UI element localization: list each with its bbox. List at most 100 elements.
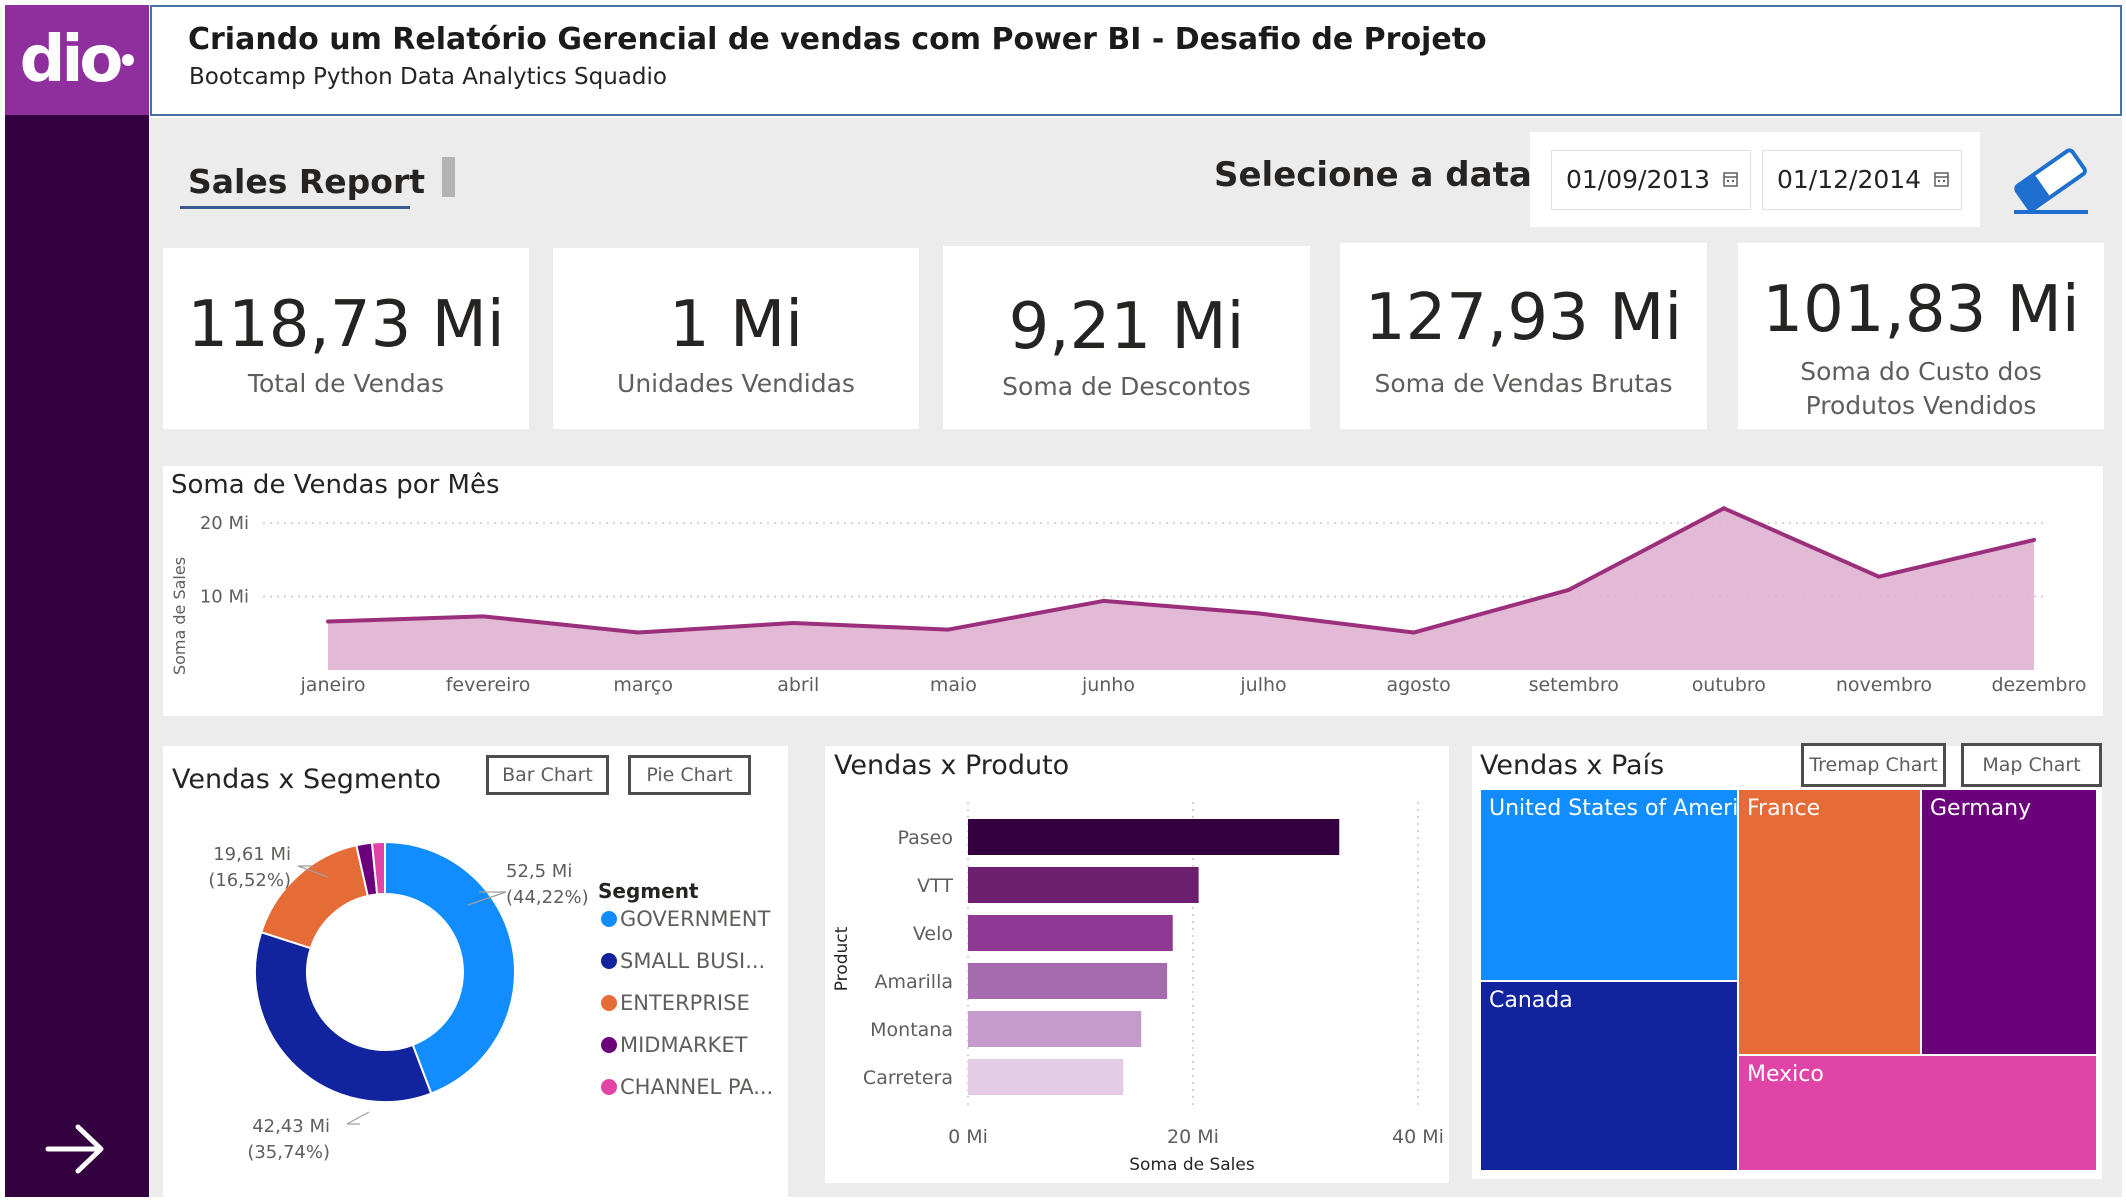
logo-dot xyxy=(122,54,135,66)
x-tick-label: 0 Mi xyxy=(948,1126,988,1148)
y-tick-label: VTT xyxy=(917,875,953,897)
treemap-tile-germany[interactable]: Germany xyxy=(1921,789,2097,1055)
bar-carretera xyxy=(968,1059,1124,1095)
y-tick-label: Paseo xyxy=(898,827,953,849)
kpi-label: Total de Vendas xyxy=(247,369,445,398)
bar-vtt xyxy=(968,867,1199,903)
date-filter-label: Selecione a data: xyxy=(1214,155,1546,195)
data-point xyxy=(636,630,641,635)
data-point xyxy=(1566,587,1571,592)
legend-item: CHANNEL PA... xyxy=(620,1075,773,1099)
legend-marker xyxy=(601,995,617,1011)
resize-grip xyxy=(442,157,455,197)
legend-item: ENTERPRISE xyxy=(620,991,750,1015)
sales-report-tab[interactable]: Sales Report xyxy=(188,162,425,201)
data-point xyxy=(791,620,796,625)
y-tick-label: Velo xyxy=(913,923,953,945)
kpi-label-line2: Produtos Vendidos xyxy=(1805,391,2037,420)
kpi-card-soma-descontos: 9,21 Mi Soma de Descontos xyxy=(943,246,1310,429)
tile-label: Canada xyxy=(1489,988,1573,1013)
legend-item: MIDMARKET xyxy=(620,1033,748,1057)
y-tick-label: Montana xyxy=(870,1019,953,1041)
legend-marker xyxy=(601,1037,617,1053)
x-tick-label: abril xyxy=(777,674,819,696)
x-axis-title: Soma de Sales xyxy=(1129,1155,1255,1175)
data-label-value: 42,43 Mi xyxy=(252,1116,330,1137)
y-axis-title: Soma de Sales xyxy=(170,557,189,675)
sales-by-month-chart: Soma de Sales 10 Mi 20 Mi janeiro fevereiro m… xyxy=(170,506,2087,696)
x-tick-label: junho xyxy=(1081,674,1135,696)
y-tick-label: 10 Mi xyxy=(200,587,249,608)
x-tick-label: 40 Mi xyxy=(1392,1126,1444,1148)
arrow-right-icon[interactable] xyxy=(44,1122,108,1176)
legend-item: SMALL BUSI... xyxy=(620,949,765,973)
tab-underline xyxy=(180,206,410,209)
map-chart-button[interactable]: Map Chart xyxy=(1961,743,2102,787)
tile-label: Mexico xyxy=(1747,1062,1824,1087)
bar-amarilla xyxy=(968,963,1168,999)
data-label-value: 52,5 Mi xyxy=(506,861,572,882)
tile-label: United States of America xyxy=(1489,796,1764,821)
x-tick-label: 20 Mi xyxy=(1167,1126,1219,1148)
data-point xyxy=(946,627,951,632)
treemap-tile-usa[interactable]: United States of America xyxy=(1480,789,1764,981)
product-bar-chart: 0 Mi 20 Mi 40 Mi Paseo VTT Velo Amarilla Montan… xyxy=(832,802,1444,1175)
page-subtitle: Bootcamp Python Data Analytics Squadio xyxy=(189,64,667,90)
data-point xyxy=(1101,598,1106,603)
x-tick-label: julho xyxy=(1239,674,1286,696)
x-tick-label: novembro xyxy=(1836,674,1932,696)
treemap-chart-button[interactable]: Tremap Chart xyxy=(1801,743,1946,787)
x-tick-label: março xyxy=(613,674,673,696)
bar-montana xyxy=(968,1011,1142,1047)
end-date-input[interactable]: 01/12/2014 xyxy=(1762,150,1962,210)
treemap-tile-canada[interactable]: Canada xyxy=(1480,981,1738,1171)
kpi-value: 118,73 Mi xyxy=(187,288,505,362)
data-point xyxy=(1721,506,1726,511)
treemap-tile-france[interactable]: France xyxy=(1738,789,1921,1055)
data-label-pct: (44,22%) xyxy=(506,887,589,908)
legend-marker xyxy=(601,911,617,927)
x-tick-label: dezembro xyxy=(1992,674,2087,696)
dio-logo: dio xyxy=(5,5,149,115)
tile-label: France xyxy=(1747,796,1821,821)
data-point xyxy=(326,619,330,624)
calendar-icon[interactable] xyxy=(1723,171,1738,187)
data-label-pct: (35,74%) xyxy=(247,1142,330,1163)
x-tick-label: outubro xyxy=(1692,674,1766,696)
x-tick-label: maio xyxy=(930,674,977,696)
x-tick-label: janeiro xyxy=(300,674,366,696)
kpi-card-custo-produtos: 101,83 Mi Soma do Custo dos Produtos Ven… xyxy=(1738,243,2104,429)
donut-slice-small-busi- xyxy=(254,930,433,1103)
chart-title: Vendas x País xyxy=(1480,750,1665,781)
x-tick-label: agosto xyxy=(1386,674,1450,696)
start-date-input[interactable]: 01/09/2013 xyxy=(1551,150,1751,210)
data-point xyxy=(1411,630,1416,635)
kpi-label: Soma de Vendas Brutas xyxy=(1374,369,1673,398)
kpi-label: Soma de Descontos xyxy=(1002,372,1251,401)
kpi-label-line1: Soma do Custo dos xyxy=(1800,357,2042,386)
kpi-value: 101,83 Mi xyxy=(1762,273,2080,347)
data-point xyxy=(481,614,486,619)
x-tick-label: fevereiro xyxy=(446,674,531,696)
y-axis-title: Product xyxy=(832,926,852,991)
treemap-tile-mexico[interactable]: Mexico xyxy=(1738,1055,2097,1171)
calendar-icon[interactable] xyxy=(1934,171,1949,187)
data-label-value: 19,61 Mi xyxy=(213,844,291,865)
kpi-card-unidades-vendidas: 1 Mi Unidades Vendidas xyxy=(553,248,919,429)
kpi-value: 1 Mi xyxy=(668,288,804,362)
logo-text: dio xyxy=(19,23,124,97)
start-date-value: 01/09/2013 xyxy=(1566,165,1711,194)
end-date-value: 01/12/2014 xyxy=(1777,165,1922,194)
data-point xyxy=(1876,574,1881,579)
bar-paseo xyxy=(968,819,1340,855)
legend-item: GOVERNMENT xyxy=(620,907,770,931)
data-point xyxy=(1256,611,1261,616)
kpi-label: Unidades Vendidas xyxy=(617,369,855,398)
data-point xyxy=(2032,537,2036,542)
eraser-icon[interactable] xyxy=(2008,142,2092,216)
left-nav-rail xyxy=(5,5,149,1197)
bar-velo xyxy=(968,915,1173,951)
tile-label: Germany xyxy=(1930,796,2032,821)
leader-line xyxy=(346,1111,370,1125)
legend-title: Segment xyxy=(598,879,699,903)
